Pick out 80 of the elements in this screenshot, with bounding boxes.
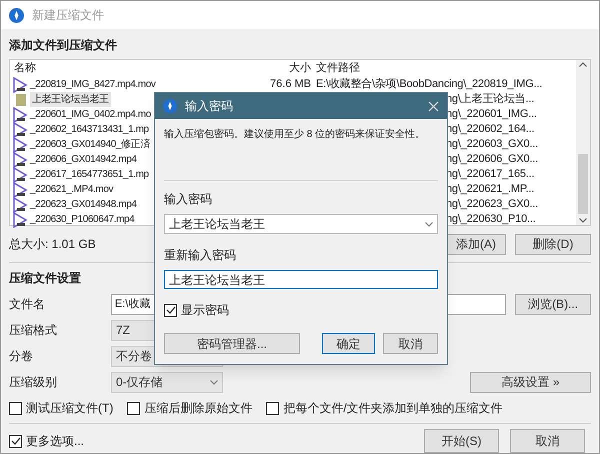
file-name[interactable]: _220623_GX014948.mp4 (30, 197, 137, 212)
more-options-checkbox[interactable]: 更多选项... (9, 432, 424, 450)
option-checkbox[interactable]: 压缩后删除原始文件 (127, 399, 252, 417)
checkbox[interactable] (9, 402, 22, 414)
video-file-icon (12, 152, 30, 168)
file-name[interactable]: _220630_P1060647.mp4 (30, 212, 134, 227)
file-path: E:\收藏整合\杂项\BoobDancing\_220819_IMG... (316, 76, 542, 92)
check-icon (10, 436, 20, 446)
caret-icon (210, 380, 218, 384)
delete-button[interactable]: 删除(D) (515, 234, 591, 254)
file-path: ng\_220617_165... (446, 167, 534, 182)
caret-icon (425, 222, 433, 226)
video-file-icon (12, 166, 30, 182)
checkbox-label: 压缩后删除原始文件 (144, 400, 252, 417)
video-file-icon (12, 136, 30, 152)
file-path: ng\_220606_GX0... (446, 152, 538, 168)
column-header[interactable]: 文件路径 (314, 60, 360, 77)
total-size: 总大小: 1.01 GB (9, 236, 96, 253)
add-button[interactable]: 添加(A) (446, 234, 506, 254)
checkbox[interactable] (164, 304, 177, 316)
checkbox[interactable] (266, 402, 280, 414)
file-path: ng\_220603_GX0... (446, 137, 538, 152)
column-header[interactable]: 名称 (10, 60, 248, 77)
scrollbar[interactable] (576, 60, 590, 225)
checkbox-label: 显示密码 (181, 302, 229, 319)
scroll-down-icon[interactable] (579, 218, 587, 223)
app-logo-icon (9, 8, 24, 22)
file-name[interactable]: _220603_GX014940_修正済 (30, 137, 150, 152)
confirm-password-field[interactable]: 上老王论坛当老王 (164, 270, 438, 289)
close-icon[interactable] (428, 100, 439, 112)
option-checkbox[interactable]: 测试压缩文件(T) (9, 399, 114, 417)
file-name[interactable]: _220602_1643713431_1.mp (30, 122, 149, 137)
file-name[interactable]: _220617_1654773651_1.mp (30, 167, 149, 182)
password-field[interactable]: 上老王论坛当老王 (164, 214, 438, 234)
section-title: 添加文件到压缩文件 (9, 37, 118, 54)
cancel-button[interactable]: 取消 (510, 429, 585, 453)
video-file-icon (12, 182, 30, 198)
checkbox[interactable] (9, 434, 22, 448)
field-label: 分卷 (9, 348, 34, 365)
field-label: 文件名 (9, 296, 46, 313)
dialog-title: 输入密码 (185, 98, 234, 115)
file-path: ng\_220602_164... (446, 122, 534, 138)
dialog-cancel-button[interactable]: 取消 (383, 333, 438, 354)
show-password-checkbox[interactable]: 显示密码 (164, 301, 438, 319)
field-label: 压缩格式 (9, 322, 58, 339)
file-name[interactable]: _220601_IMG_0402.mp4.mo (30, 107, 151, 122)
file-name[interactable]: _220606_GX014942.mp4 (30, 152, 137, 167)
file-path: ng\_220601_IMG... (446, 107, 537, 122)
file-name[interactable]: _220819_IMG_8427.mp4.mov (30, 77, 156, 92)
video-file-icon (12, 122, 30, 138)
file-name[interactable]: _220621_.MP4.mov (30, 182, 114, 197)
video-file-icon (12, 106, 30, 122)
level-select[interactable]: 0-仅存储 (111, 372, 223, 392)
section-title: 压缩文件设置 (9, 270, 81, 287)
browse-button[interactable]: 浏览(B)... (515, 294, 591, 314)
file-path: ng\_220621_.MP... (446, 182, 534, 198)
password-manager-button[interactable]: 密码管理器... (164, 333, 300, 354)
video-file-icon (12, 196, 30, 212)
scroll-up-icon[interactable] (579, 62, 587, 67)
checkbox-label: 测试压缩文件(T) (26, 400, 114, 417)
folder-icon (15, 92, 27, 106)
field-label: 压缩级别 (9, 374, 58, 391)
checkbox[interactable] (127, 402, 140, 414)
field-label: 重新输入密码 (164, 247, 237, 264)
file-path: ng\_220630_P10... (446, 212, 536, 228)
field-label: 输入密码 (164, 191, 213, 208)
checkbox-label: 更多选项... (26, 433, 84, 450)
column-header[interactable]: 大小 (248, 60, 314, 77)
app-logo-icon (163, 99, 177, 113)
file-path: ng\_220623_GX0... (446, 197, 538, 212)
ok-button[interactable]: 确定 (322, 333, 375, 354)
check-icon (166, 305, 176, 315)
video-file-icon (12, 212, 30, 228)
video-file-icon (12, 76, 30, 92)
advanced-settings-button[interactable]: 高级设置 » (470, 372, 591, 392)
dialog-hint: 输入压缩包密码。建议使用至少 8 位的密码来保证安全性。 (164, 128, 426, 142)
start-button[interactable]: 开始(S) (424, 429, 499, 453)
file-size: 76.6 MB (269, 77, 312, 92)
window-title: 新建压缩文件 (32, 7, 104, 24)
file-name[interactable]: 上老王论坛当老王 (30, 92, 111, 107)
